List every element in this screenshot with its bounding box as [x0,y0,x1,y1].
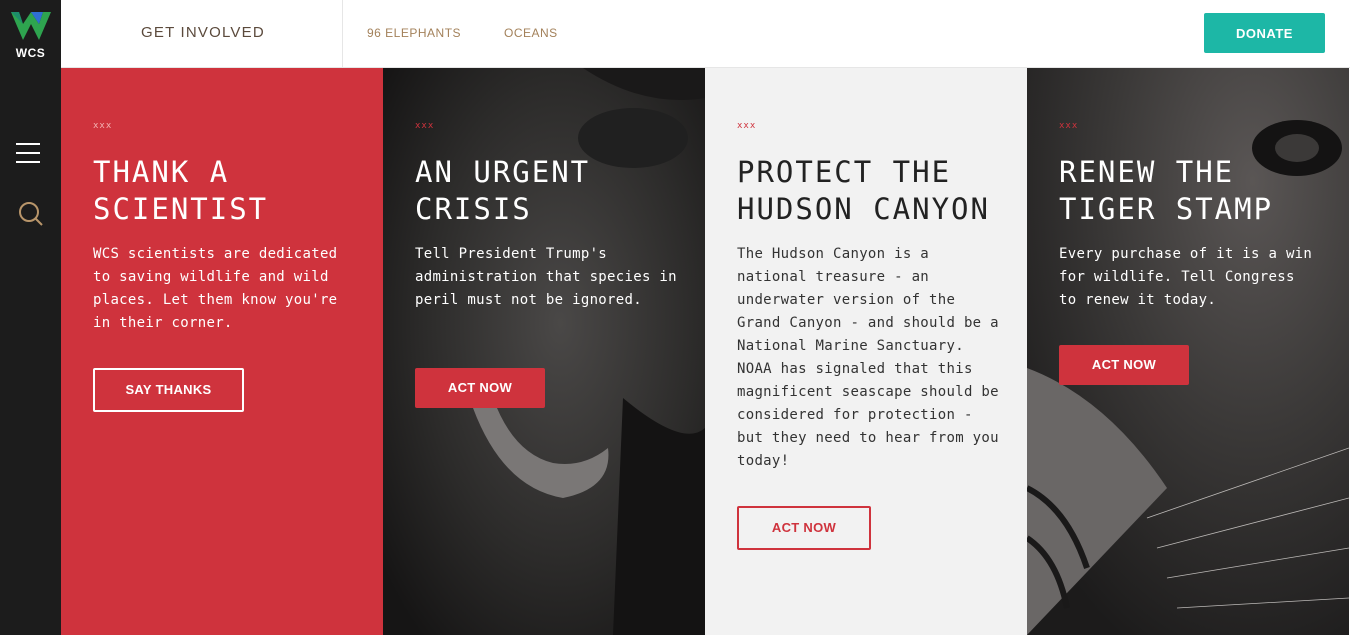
panel-body: Every purchase of it is a win for wildli… [1059,246,1313,308]
logo-text: WCS [15,46,46,60]
panel-title: THANK A SCIENTIST [93,155,269,226]
panel-decoration: xxx [737,121,757,131]
wcs-logo-icon [11,12,51,40]
panel-thank-a-scientist: xxx THANK A SCIENTIST WCS scientists are… [61,68,383,635]
search-icon[interactable] [18,201,44,227]
panel-body: Tell President Trump's administration th… [415,246,677,308]
act-now-button[interactable]: ACT NOW [737,506,871,550]
top-header: GET INVOLVED 96 ELEPHANTS OCEANS DONATE [61,0,1350,68]
panel-decoration: xxx [415,121,435,131]
wcs-logo[interactable]: WCS [0,0,61,68]
nav-link-oceans[interactable]: OCEANS [504,26,558,40]
act-now-button[interactable]: ACT NOW [1059,345,1189,385]
panel-urgent-crisis: xxx AN URGENT CRISIS Tell President Trum… [383,68,705,635]
panel-body: The Hudson Canyon is a national treasure… [737,246,999,469]
act-now-button[interactable]: ACT NOW [415,368,545,408]
panel-title: AN URGENT CRISIS [415,155,591,226]
hamburger-menu-icon[interactable] [16,143,40,163]
panel-body: WCS scientists are dedicated to saving w… [93,246,338,331]
page-title: GET INVOLVED [141,24,265,41]
donate-button[interactable]: DONATE [1204,13,1325,53]
panel-title: PROTECT THE HUDSON CANYON [737,155,990,226]
header-divider [342,0,343,67]
nav-link-96-elephants[interactable]: 96 ELEPHANTS [367,26,461,40]
panel-tiger-stamp: xxx RENEW THE TIGER STAMP Every purchase… [1027,68,1349,635]
panel-title: RENEW THE TIGER STAMP [1059,155,1274,226]
left-rail: WCS [0,0,61,635]
panel-hudson-canyon: xxx PROTECT THE HUDSON CANYON The Hudson… [705,68,1027,635]
say-thanks-button[interactable]: SAY THANKS [93,368,244,412]
panel-decoration: xxx [93,121,113,131]
panel-decoration: xxx [1059,121,1079,131]
